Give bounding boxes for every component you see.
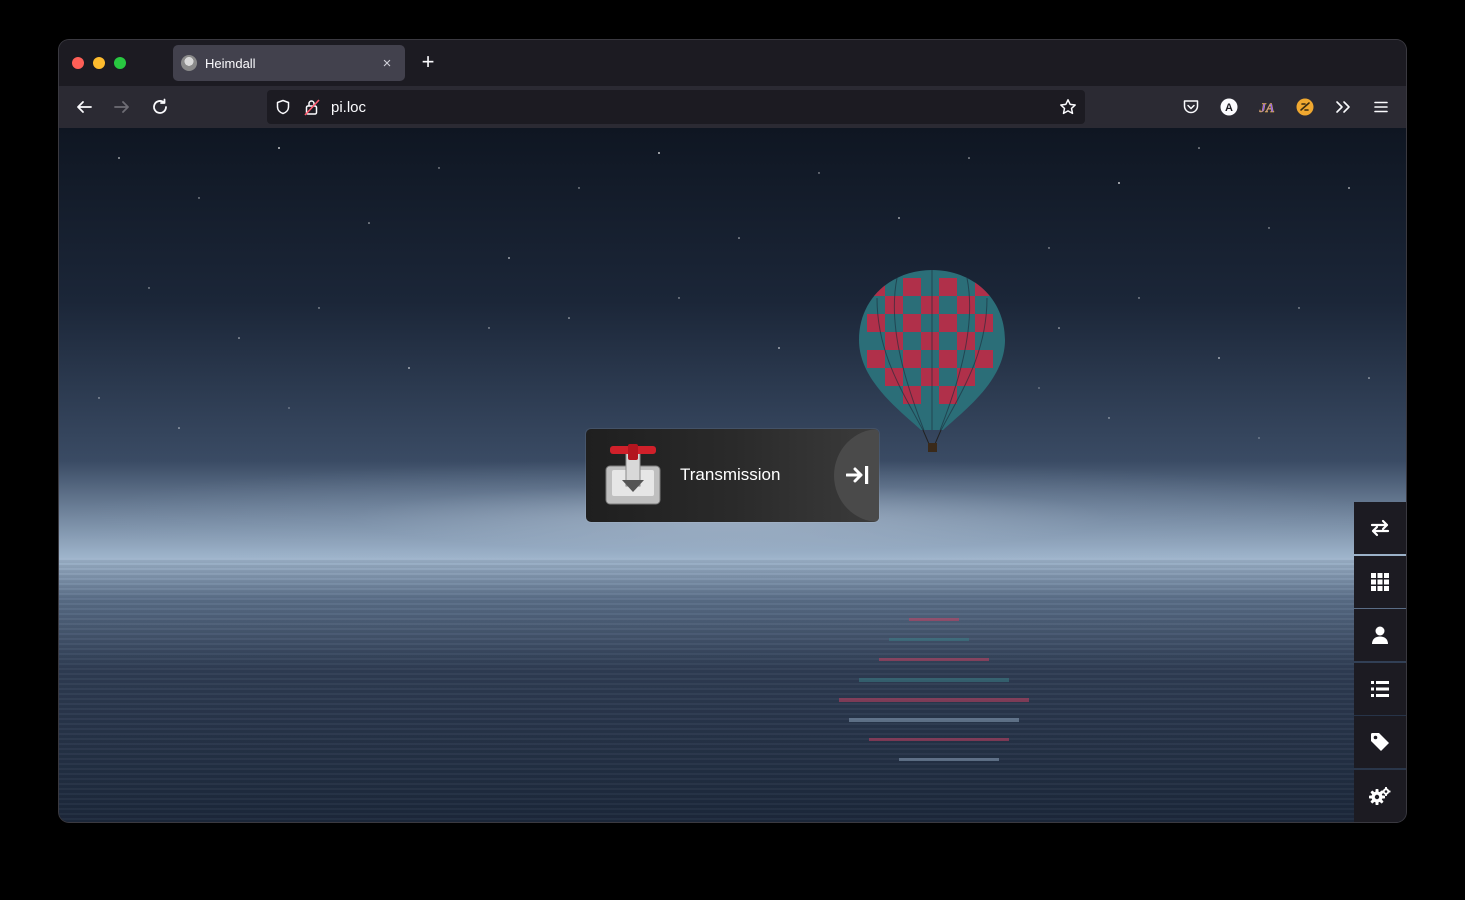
maximize-window-button[interactable] (114, 57, 126, 69)
app-title[interactable]: Transmission (680, 465, 780, 485)
svg-text:A: A (1225, 102, 1233, 114)
tab-heimdall[interactable]: Heimdall × (173, 45, 405, 81)
tab-title: Heimdall (205, 55, 256, 71)
swap-icon (1370, 519, 1390, 537)
settings-icon (1369, 786, 1391, 805)
shield-icon[interactable] (275, 99, 291, 115)
close-tab-icon[interactable]: × (379, 55, 395, 72)
reload-icon (153, 98, 167, 114)
back-button[interactable] (72, 95, 96, 119)
hot-air-balloon-image (859, 270, 1005, 452)
reload-button[interactable] (148, 95, 172, 119)
bookmark-star-icon[interactable] (1059, 98, 1077, 116)
side-menu (1354, 502, 1406, 822)
overflow-icon (1336, 101, 1350, 113)
url-text[interactable]: pi.loc (331, 99, 366, 116)
users-button[interactable] (1354, 609, 1406, 662)
extension-button[interactable]: JA (1255, 95, 1279, 119)
pocket-icon (1183, 100, 1199, 114)
back-arrow-icon (77, 101, 92, 113)
overflow-button[interactable] (1331, 95, 1355, 119)
account-icon: A (1220, 98, 1238, 116)
items-list-button[interactable] (1354, 662, 1406, 715)
open-link-icon (846, 466, 869, 484)
balloon-reflection (839, 618, 1029, 761)
transmission-icon (605, 444, 661, 505)
forward-button[interactable] (110, 95, 134, 119)
app-tile-transmission[interactable]: Transmission (586, 429, 879, 522)
tag-icon (1371, 733, 1389, 752)
url-bar[interactable]: pi.loc (267, 90, 1085, 124)
minimize-window-button[interactable] (93, 57, 105, 69)
browser-window: Heimdall × + pi.loc A JA Transmission (59, 40, 1406, 822)
close-window-button[interactable] (72, 57, 84, 69)
grid-icon (1371, 572, 1389, 591)
switch-view-button[interactable] (1354, 502, 1406, 554)
water-surface (59, 558, 1406, 822)
settings-button[interactable] (1354, 769, 1406, 822)
app-menu-button[interactable] (1369, 95, 1393, 119)
new-tab-button[interactable]: + (416, 51, 440, 75)
dashboard-button[interactable] (1354, 555, 1406, 608)
extension-icon: JA (1258, 100, 1275, 115)
page-content: Transmission (59, 128, 1406, 822)
pocket-button[interactable] (1179, 95, 1203, 119)
extension-icon (1296, 98, 1314, 116)
forward-arrow-icon (114, 101, 129, 113)
extension-button[interactable] (1293, 95, 1317, 119)
heimdall-favicon-icon (181, 55, 197, 71)
navigation-bar: pi.loc A JA (59, 86, 1406, 128)
user-icon (1372, 626, 1388, 645)
open-link-button[interactable] (834, 429, 879, 522)
svg-text:JA: JA (1258, 100, 1275, 115)
tags-button[interactable] (1354, 716, 1406, 769)
title-bar: Heimdall × + (59, 40, 1406, 86)
list-icon (1371, 680, 1389, 697)
account-button[interactable]: A (1217, 95, 1241, 119)
insecure-lock-icon[interactable] (304, 98, 320, 116)
menu-icon (1374, 101, 1388, 113)
